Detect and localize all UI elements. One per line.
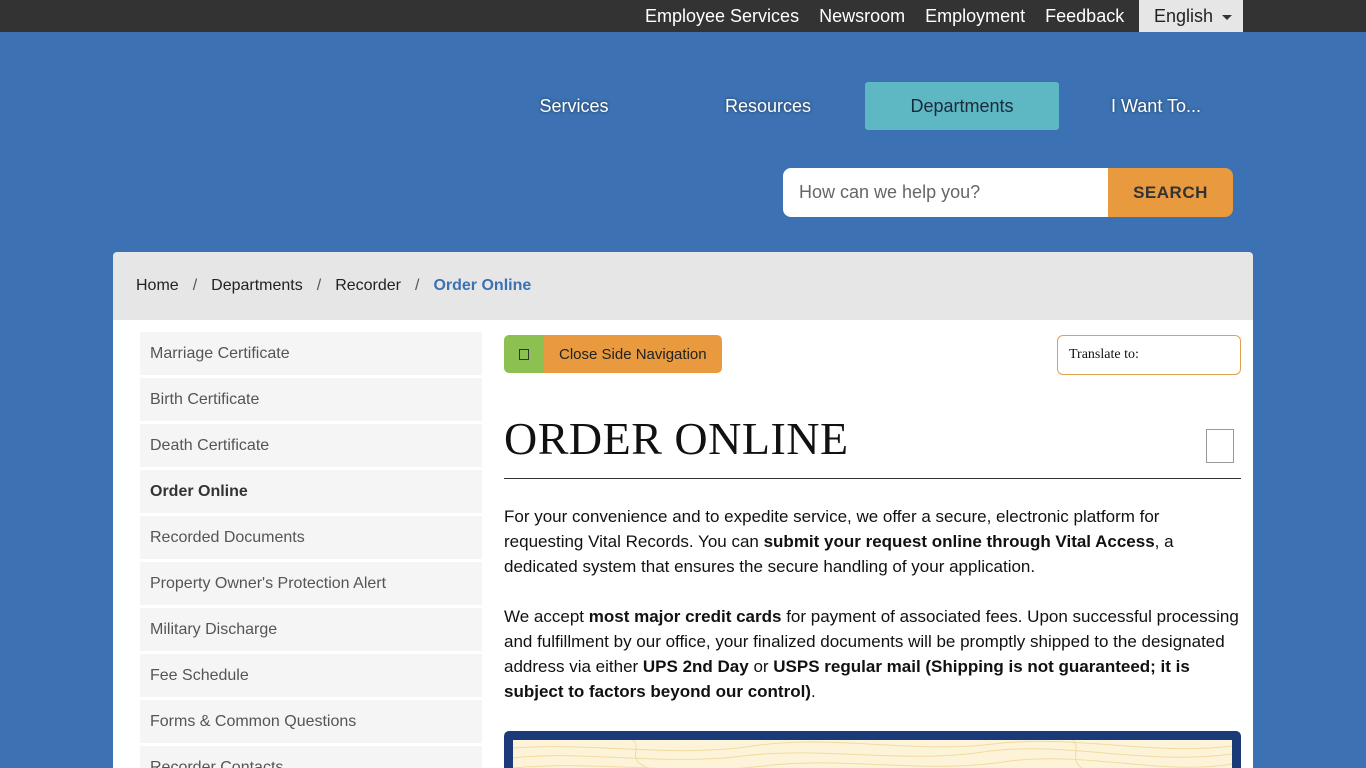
sidebar-item-forms-common-questions[interactable]: Forms & Common Questions xyxy=(140,700,482,743)
utility-links: Employee Services Newsroom Employment Fe… xyxy=(645,0,1144,32)
search-input[interactable] xyxy=(783,168,1108,217)
language-select[interactable]: English xyxy=(1139,0,1243,32)
close-side-navigation-label: Close Side Navigation xyxy=(544,335,722,373)
main-nav: Services Resources Departments I Want To… xyxy=(477,82,1253,130)
content-panel: Marriage Certificate Birth Certificate D… xyxy=(113,320,1253,768)
language-select-label: English xyxy=(1154,5,1214,26)
payment-paragraph: We accept most major credit cards for pa… xyxy=(504,607,1239,701)
breadcrumb-current: Order Online xyxy=(433,277,532,294)
nav-departments[interactable]: Departments xyxy=(865,82,1059,130)
employee-services-link[interactable]: Employee Services xyxy=(645,0,799,32)
breadcrumb: Home / Departments / Recorder / Order On… xyxy=(113,252,1253,320)
breadcrumb-separator: / xyxy=(415,277,420,294)
page-title: ORDER ONLINE xyxy=(504,413,849,464)
sidebar-item-recorded-documents[interactable]: Recorded Documents xyxy=(140,516,482,559)
sidebar-item-birth-certificate[interactable]: Birth Certificate xyxy=(140,378,482,421)
sidebar-item-property-owner-protection-alert[interactable]: Property Owner's Protection Alert xyxy=(140,562,482,605)
feedback-link[interactable]: Feedback xyxy=(1045,0,1124,32)
search-bar: SEARCH xyxy=(783,168,1233,217)
nav-resources[interactable]: Resources xyxy=(671,82,865,130)
image-placeholder-icon xyxy=(1206,429,1234,463)
nav-i-want-to[interactable]: I Want To... xyxy=(1059,82,1253,130)
breadcrumb-separator: / xyxy=(316,277,322,294)
credit-cards-emphasis: most major credit cards xyxy=(588,607,782,626)
breadcrumb-separator: / xyxy=(192,277,198,294)
intro-paragraph: For your convenience and to expedite ser… xyxy=(504,507,1174,576)
sidebar-item-order-online[interactable]: Order Online xyxy=(140,470,482,513)
side-navigation: Marriage Certificate Birth Certificate D… xyxy=(140,332,482,768)
sidebar-item-fee-schedule[interactable]: Fee Schedule xyxy=(140,654,482,697)
breadcrumb-departments[interactable]: Departments xyxy=(211,277,303,295)
close-side-navigation-button[interactable]: Close Side Navigation xyxy=(504,335,722,373)
sidebar-item-death-certificate[interactable]: Death Certificate xyxy=(140,424,482,467)
translate-label: Translate to: xyxy=(1069,347,1139,362)
newsroom-link[interactable]: Newsroom xyxy=(819,0,905,32)
map-banner xyxy=(504,731,1241,768)
panel-toggle-icon xyxy=(504,335,544,373)
vital-access-emphasis: submit your request online through Vital… xyxy=(763,532,1155,551)
sidebar-item-military-discharge[interactable]: Military Discharge xyxy=(140,608,482,651)
search-button[interactable]: SEARCH xyxy=(1108,168,1233,217)
sidebar-item-marriage-certificate[interactable]: Marriage Certificate xyxy=(140,332,482,375)
breadcrumb-recorder[interactable]: Recorder xyxy=(335,277,401,295)
topographic-map-image xyxy=(513,740,1232,768)
translate-select[interactable]: Translate to: xyxy=(1057,335,1241,375)
utility-bar: Employee Services Newsroom Employment Fe… xyxy=(0,0,1366,32)
title-divider xyxy=(504,478,1241,479)
sidebar-item-recorder-contacts[interactable]: Recorder Contacts xyxy=(140,746,482,768)
nav-services[interactable]: Services xyxy=(477,82,671,130)
employment-link[interactable]: Employment xyxy=(925,0,1025,32)
ups-emphasis: UPS 2nd Day xyxy=(642,657,749,676)
chevron-down-icon xyxy=(1222,14,1233,20)
breadcrumb-home[interactable]: Home xyxy=(136,277,179,295)
